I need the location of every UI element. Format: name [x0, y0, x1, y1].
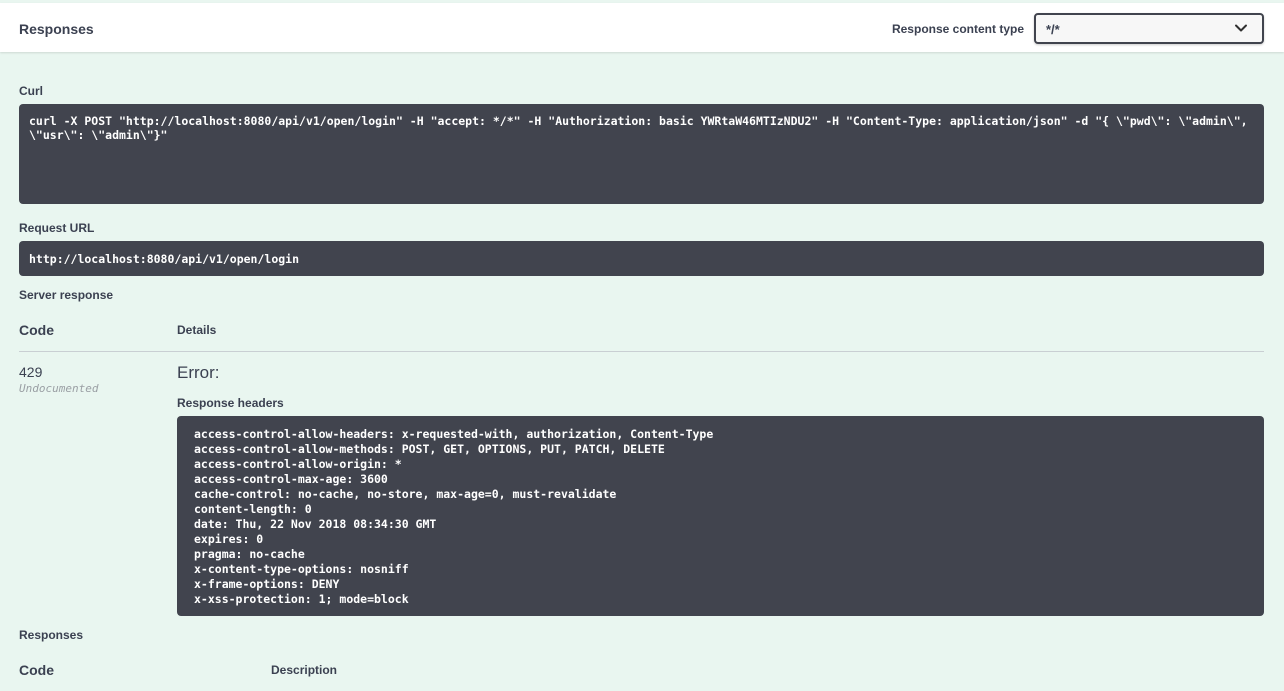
response-content-type-select[interactable]: */*	[1034, 13, 1264, 44]
response-header-line: access-control-allow-headers: x-requeste…	[194, 427, 714, 441]
response-header-line: expires: 0	[194, 532, 264, 546]
undocumented-note: Undocumented	[19, 382, 99, 395]
responses-label: Responses	[19, 628, 84, 642]
server-response-label: Server response	[19, 288, 114, 302]
responses-description-header: Description	[271, 663, 338, 677]
request-url-label: Request URL	[19, 221, 95, 235]
response-content-type-label: Response content type	[891, 22, 1024, 36]
error-title: Error:	[177, 363, 220, 382]
response-header-line: access-control-allow-origin: *	[194, 457, 402, 471]
curl-command-block[interactable]: curl -X POST "http://localhost:8080/api/…	[19, 104, 1264, 204]
responses-title: Responses	[19, 21, 94, 37]
request-url-block[interactable]: http://localhost:8080/api/v1/open/login	[19, 241, 1264, 276]
response-headers-label: Response headers	[177, 396, 284, 410]
responses-code-header: Code	[19, 662, 54, 678]
response-header-line: content-length: 0	[194, 502, 312, 516]
response-status-code: 429	[19, 364, 43, 380]
response-content-type-value: */*	[1046, 22, 1060, 37]
response-header-line: x-content-type-options: nosniff	[194, 562, 409, 576]
curl-label: Curl	[19, 84, 43, 98]
server-response-details-header: Details	[177, 323, 217, 337]
response-header-line: x-frame-options: DENY	[194, 577, 340, 591]
responses-header-bar: Responses Response content type */*	[0, 3, 1284, 52]
server-response-code-header: Code	[19, 322, 54, 338]
response-header-line: access-control-allow-methods: POST, GET,…	[194, 442, 665, 456]
response-header-line: x-xss-protection: 1; mode=block	[194, 592, 409, 606]
response-header-line: pragma: no-cache	[194, 547, 305, 561]
response-header-line: cache-control: no-cache, no-store, max-a…	[194, 487, 617, 501]
response-header-line: date: Thu, 22 Nov 2018 08:34:30 GMT	[194, 517, 437, 531]
chevron-down-icon	[1235, 24, 1247, 32]
table-header-divider	[19, 351, 1264, 352]
response-headers-block[interactable]: access-control-allow-headers: x-requeste…	[177, 416, 1264, 616]
response-header-line: access-control-max-age: 3600	[194, 472, 388, 486]
